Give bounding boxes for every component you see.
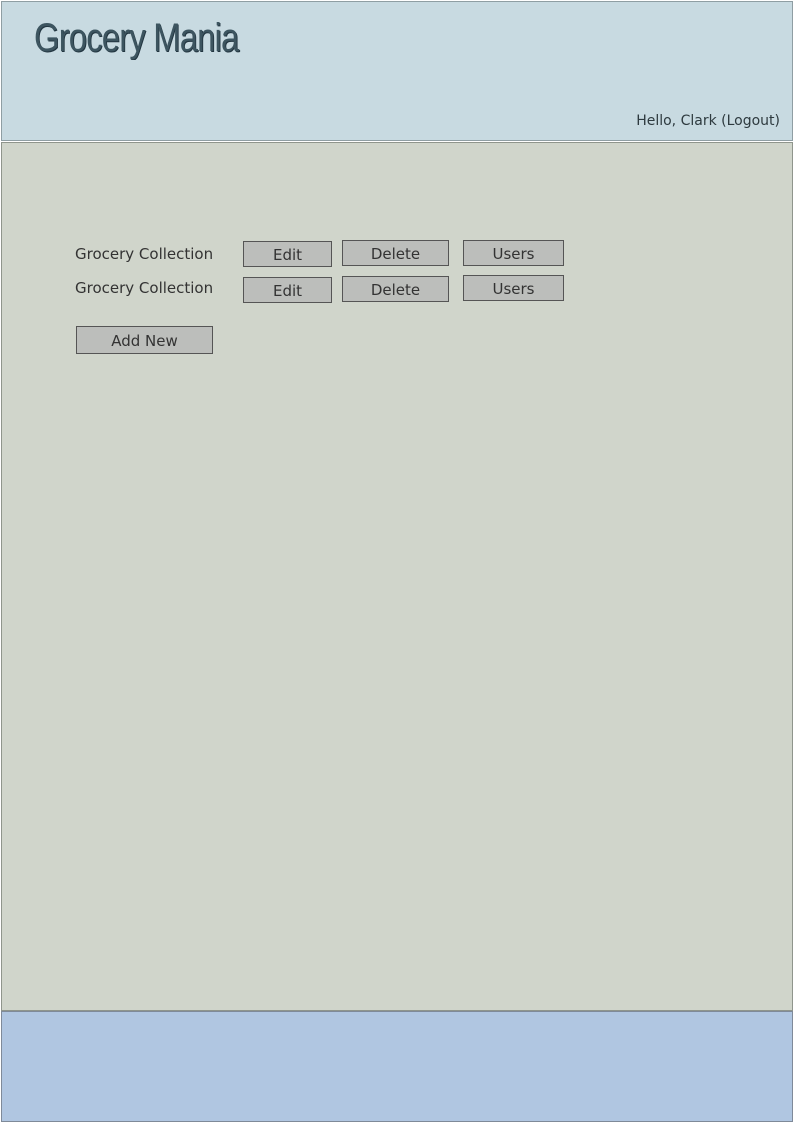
delete-button[interactable]: Delete [342,240,449,266]
users-button[interactable]: Users [463,275,564,301]
user-greeting: Hello, Clark [636,113,717,129]
user-greeting-area: Hello, Clark (Logout) [636,113,780,129]
main-content: Grocery Collection Edit Delete Users Gro… [1,142,793,1011]
page-header: Grocery Mania Hello, Clark (Logout) [1,1,793,141]
collection-name: Grocery Collection [75,245,214,263]
page-footer [1,1011,793,1122]
app-title: Grocery Mania [34,16,239,60]
add-new-button[interactable]: Add New [76,326,213,354]
collection-name: Grocery Collection [75,279,214,297]
logout-link[interactable]: (Logout) [721,113,780,129]
users-button[interactable]: Users [463,240,564,266]
delete-button[interactable]: Delete [342,276,449,302]
edit-button[interactable]: Edit [243,277,332,303]
edit-button[interactable]: Edit [243,241,332,267]
